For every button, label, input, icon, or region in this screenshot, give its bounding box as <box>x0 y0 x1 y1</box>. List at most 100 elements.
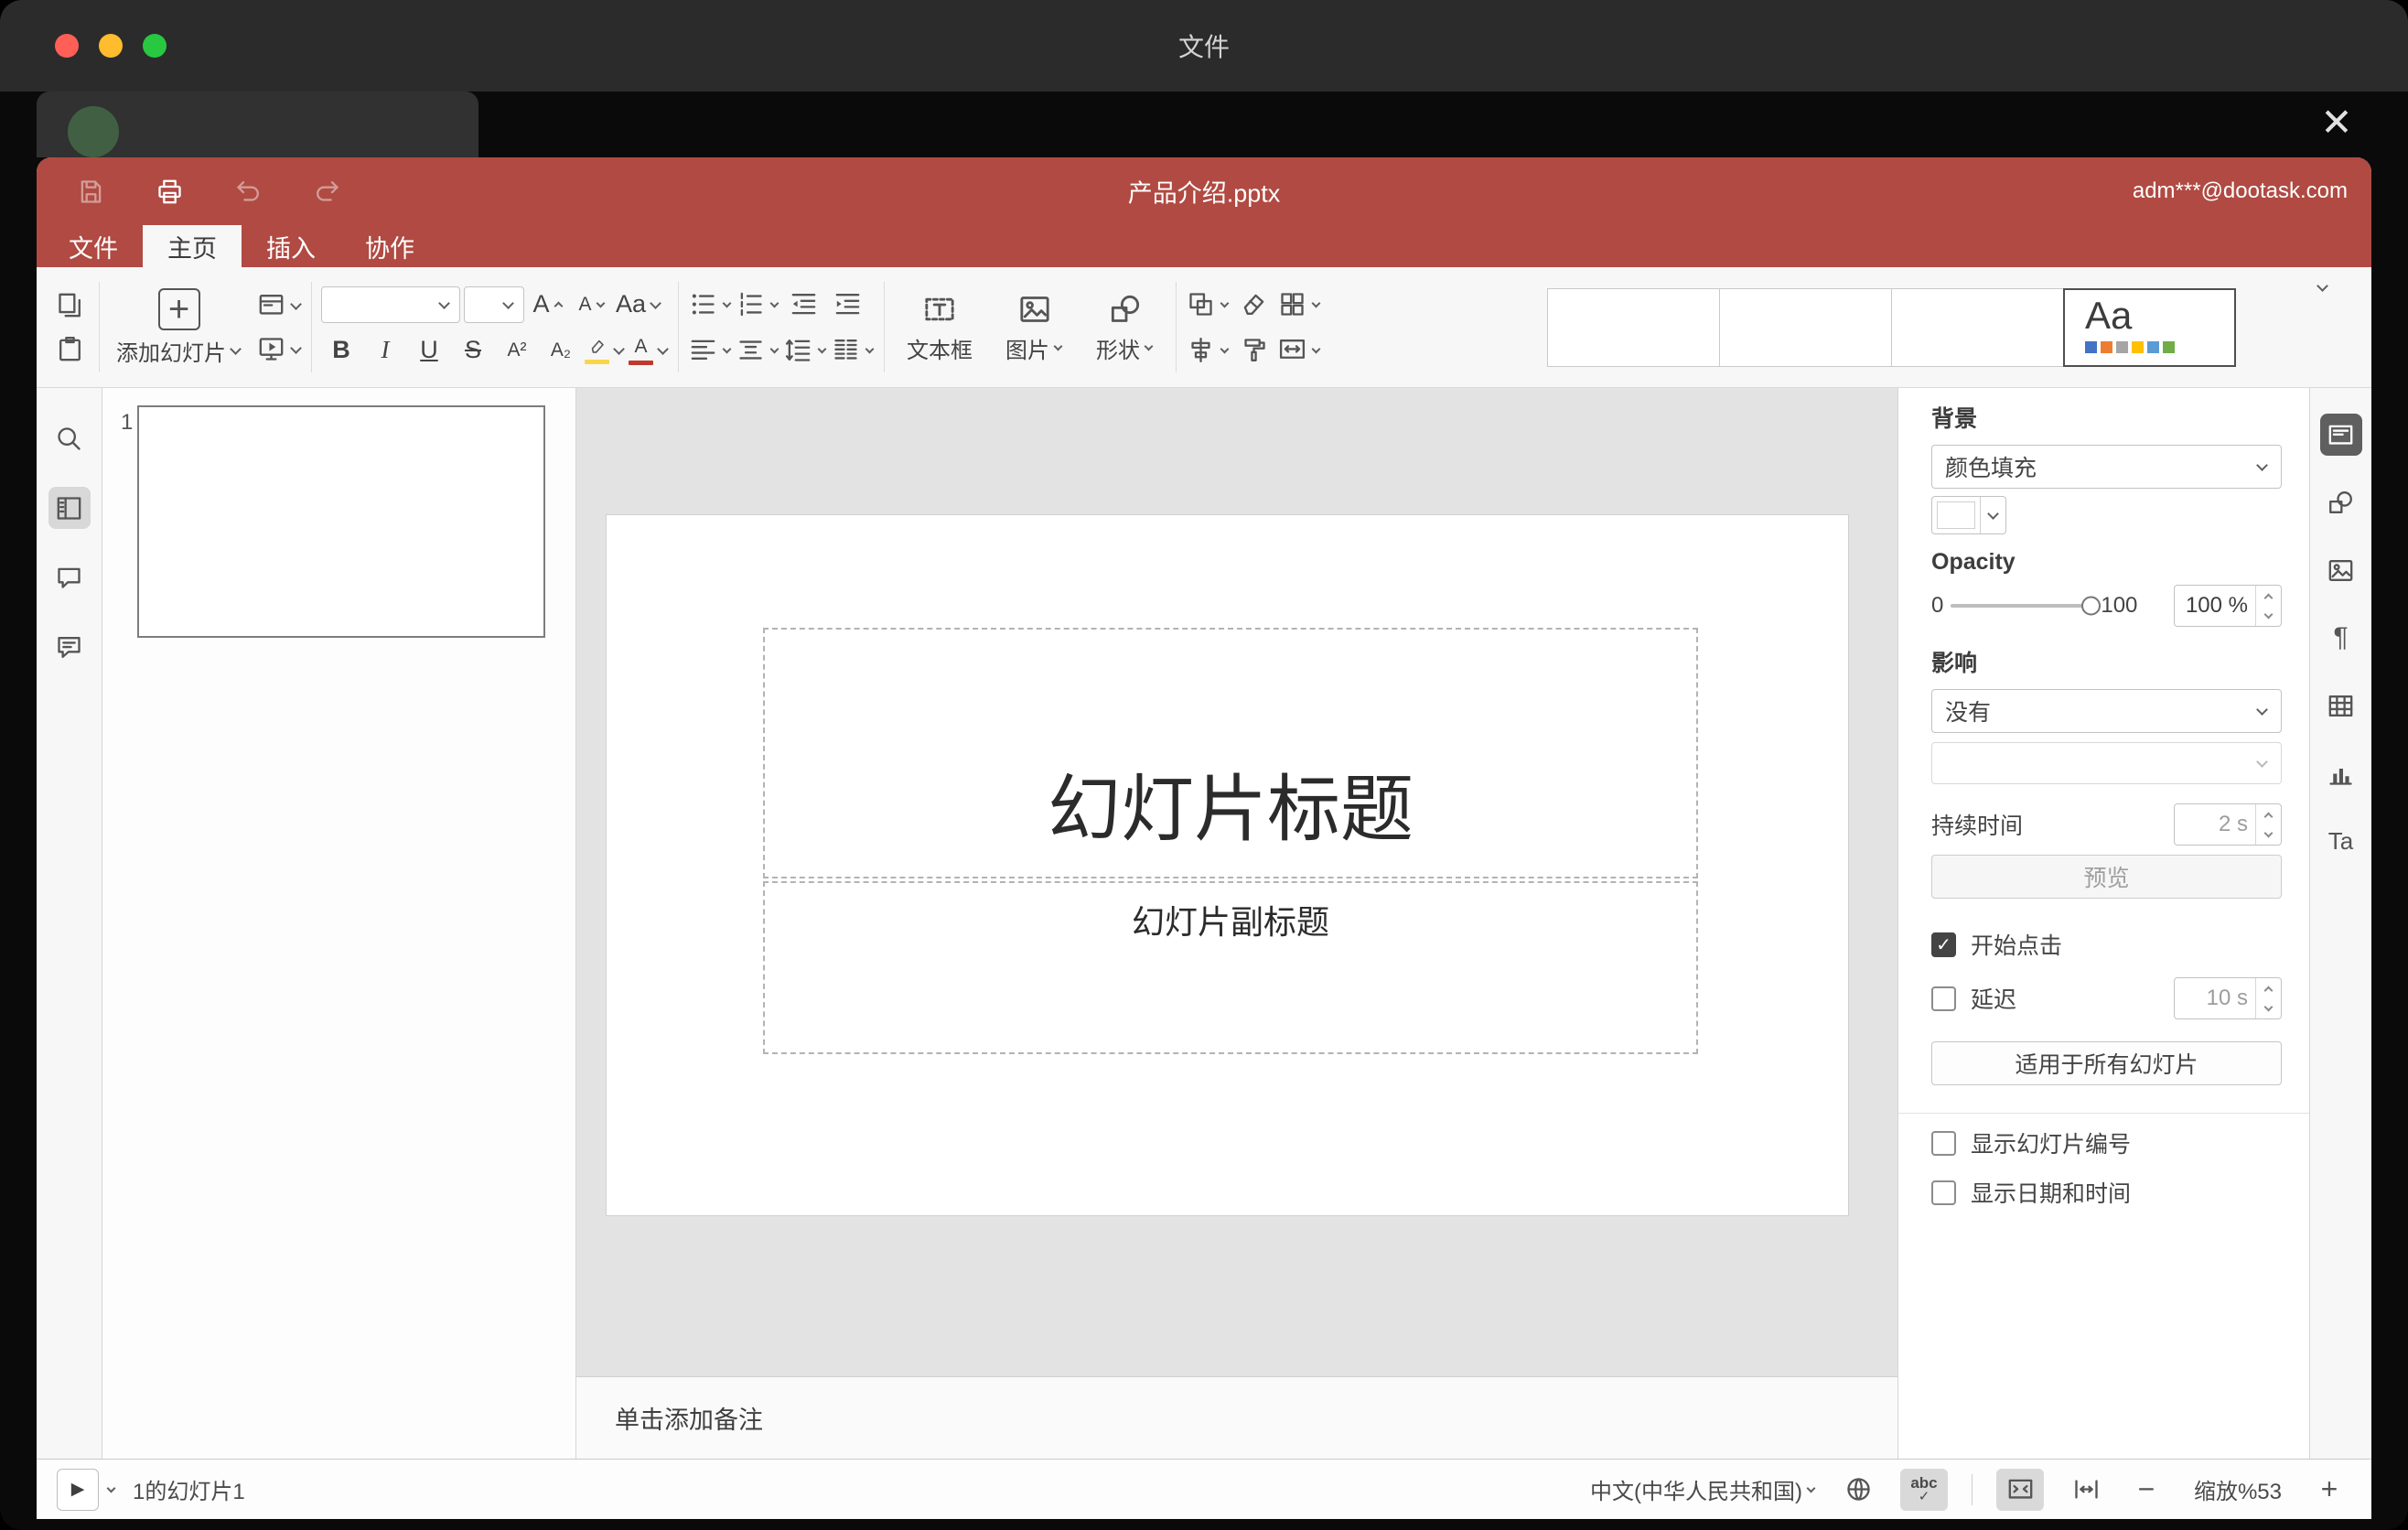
theme-tile[interactable] <box>1891 287 2064 367</box>
background-fill-select[interactable]: 颜色填充 <box>1931 445 2282 489</box>
slides-panel-button[interactable] <box>48 487 91 529</box>
tab-file[interactable]: 文件 <box>44 225 143 267</box>
add-slide-label: 添加幻灯片 <box>116 340 226 366</box>
start-on-click-checkbox[interactable]: ✓ <box>1931 932 1956 957</box>
save-button[interactable] <box>70 170 112 212</box>
copy-button[interactable] <box>49 286 90 326</box>
spin-up-icon[interactable] <box>2256 586 2281 606</box>
effect-select[interactable]: 没有 <box>1931 689 2282 733</box>
effect-variant-select[interactable] <box>1931 742 2282 784</box>
font-name-select[interactable] <box>321 286 460 323</box>
italic-button[interactable]: I <box>365 330 405 371</box>
change-case-button[interactable]: Aa <box>616 285 661 325</box>
start-slideshow-button[interactable]: ▶ <box>57 1468 99 1511</box>
increase-font-button[interactable]: A <box>528 285 568 325</box>
horizontal-align-button[interactable] <box>688 330 732 371</box>
insert-textbox-button[interactable]: 文本框 <box>894 291 985 364</box>
preview-slideshow-button[interactable] <box>256 329 302 370</box>
print-button[interactable] <box>148 170 190 212</box>
font-size-select[interactable] <box>464 286 524 323</box>
font-color-button[interactable]: A <box>629 330 669 371</box>
notes-area[interactable]: 单击添加备注 <box>576 1376 1897 1459</box>
zoom-in-button[interactable]: + <box>2311 1469 2348 1511</box>
slide-title-placeholder[interactable]: 幻灯片标题 <box>763 628 1698 878</box>
background-color-picker[interactable] <box>1931 496 2006 534</box>
preview-button[interactable]: 预览 <box>1931 855 2282 899</box>
tab-insert[interactable]: 插入 <box>242 225 340 267</box>
traffic-zoom-button[interactable] <box>143 34 167 58</box>
spellcheck-button[interactable]: abc ✓ <box>1900 1468 1948 1511</box>
underline-button[interactable]: U <box>409 330 449 371</box>
insert-shape-button[interactable]: 形状 <box>1083 291 1166 364</box>
textart-settings-button[interactable]: Ta <box>2320 820 2362 862</box>
redo-button[interactable] <box>306 170 348 212</box>
spin-down-icon[interactable] <box>2256 606 2281 626</box>
line-spacing-button[interactable] <box>783 330 827 371</box>
search-button[interactable] <box>48 417 91 459</box>
language-select[interactable]: 中文(中华人民共和国) <box>1590 1473 1816 1505</box>
superscript-button[interactable]: A² <box>497 330 537 371</box>
image-settings-button[interactable] <box>2320 549 2362 591</box>
slide-size-button[interactable] <box>1277 330 1321 371</box>
increase-indent-button[interactable] <box>827 285 867 325</box>
undo-button[interactable] <box>227 170 269 212</box>
align-shapes-button[interactable] <box>1186 330 1230 371</box>
vertical-align-button[interactable] <box>736 330 779 371</box>
zoom-out-button[interactable]: − <box>2128 1469 2165 1511</box>
slide[interactable]: 幻灯片标题 幻灯片副标题 <box>607 515 1848 1215</box>
spin-up-icon[interactable] <box>2256 978 2281 998</box>
show-slide-number-checkbox[interactable] <box>1931 1130 1956 1156</box>
chat-button[interactable] <box>48 626 91 668</box>
slide-subtitle-placeholder[interactable]: 幻灯片副标题 <box>763 881 1698 1054</box>
opacity-spinner[interactable]: 100 % <box>2174 585 2282 627</box>
arrange-shapes-button[interactable] <box>1186 285 1230 325</box>
subscript-button[interactable]: A₂ <box>541 330 581 371</box>
theme-tile-selected[interactable]: Aa <box>2063 287 2236 367</box>
spin-down-icon[interactable] <box>2256 824 2281 845</box>
highlight-color-button[interactable] <box>585 330 625 371</box>
fit-slide-button[interactable] <box>1996 1468 2044 1511</box>
bullet-list-button[interactable] <box>688 285 732 325</box>
color-scheme-button[interactable] <box>1277 285 1321 325</box>
duration-spinner[interactable]: 2 s <box>2174 803 2282 846</box>
bold-button[interactable]: B <box>321 330 361 371</box>
numbered-list-button[interactable] <box>736 285 779 325</box>
copy-style-button[interactable] <box>1233 330 1274 371</box>
chevron-down-icon[interactable] <box>106 1483 116 1492</box>
spin-down-icon[interactable] <box>2256 998 2281 1018</box>
columns-button[interactable] <box>831 330 875 371</box>
slide-thumbnail[interactable] <box>137 405 545 638</box>
document-language-button[interactable] <box>1840 1469 1876 1511</box>
opacity-slider-knob[interactable] <box>2081 596 2102 616</box>
vertical-align-icon <box>739 340 762 360</box>
strikethrough-button[interactable]: S <box>453 330 493 371</box>
traffic-minimize-button[interactable] <box>99 34 123 58</box>
delay-spinner[interactable]: 10 s <box>2174 977 2282 1019</box>
theme-tile[interactable] <box>1547 287 1720 367</box>
paragraph-settings-button[interactable]: ¶ <box>2320 617 2362 659</box>
theme-tile[interactable] <box>1719 287 1892 367</box>
add-slide-button[interactable]: + 添加幻灯片 <box>109 287 249 367</box>
tab-collaboration[interactable]: 协作 <box>340 225 439 267</box>
decrease-font-button[interactable]: A <box>572 285 612 325</box>
insert-image-button[interactable]: 图片 <box>993 291 1076 364</box>
fit-width-button[interactable] <box>2068 1469 2104 1511</box>
tab-home[interactable]: 主页 <box>143 225 242 267</box>
shape-settings-button[interactable] <box>2320 481 2362 523</box>
opacity-slider[interactable] <box>1951 596 2102 616</box>
delay-checkbox[interactable] <box>1931 986 1956 1011</box>
table-settings-button[interactable] <box>2320 684 2362 727</box>
decrease-indent-button[interactable] <box>783 285 823 325</box>
paste-button[interactable] <box>49 329 90 370</box>
close-icon[interactable]: ✕ <box>2313 99 2360 146</box>
comments-button[interactable] <box>48 556 91 598</box>
spin-up-icon[interactable] <box>2256 804 2281 824</box>
traffic-close-button[interactable] <box>55 34 79 58</box>
slide-settings-button[interactable] <box>2319 414 2362 456</box>
show-date-time-checkbox[interactable] <box>1931 1180 1956 1205</box>
apply-all-button[interactable]: 适用于所有幻灯片 <box>1931 1041 2282 1085</box>
chart-settings-button[interactable] <box>2320 752 2362 794</box>
slide-layout-button[interactable] <box>256 286 302 326</box>
theme-gallery-expand-button[interactable] <box>2300 267 2340 307</box>
clear-style-button[interactable] <box>1233 285 1274 325</box>
